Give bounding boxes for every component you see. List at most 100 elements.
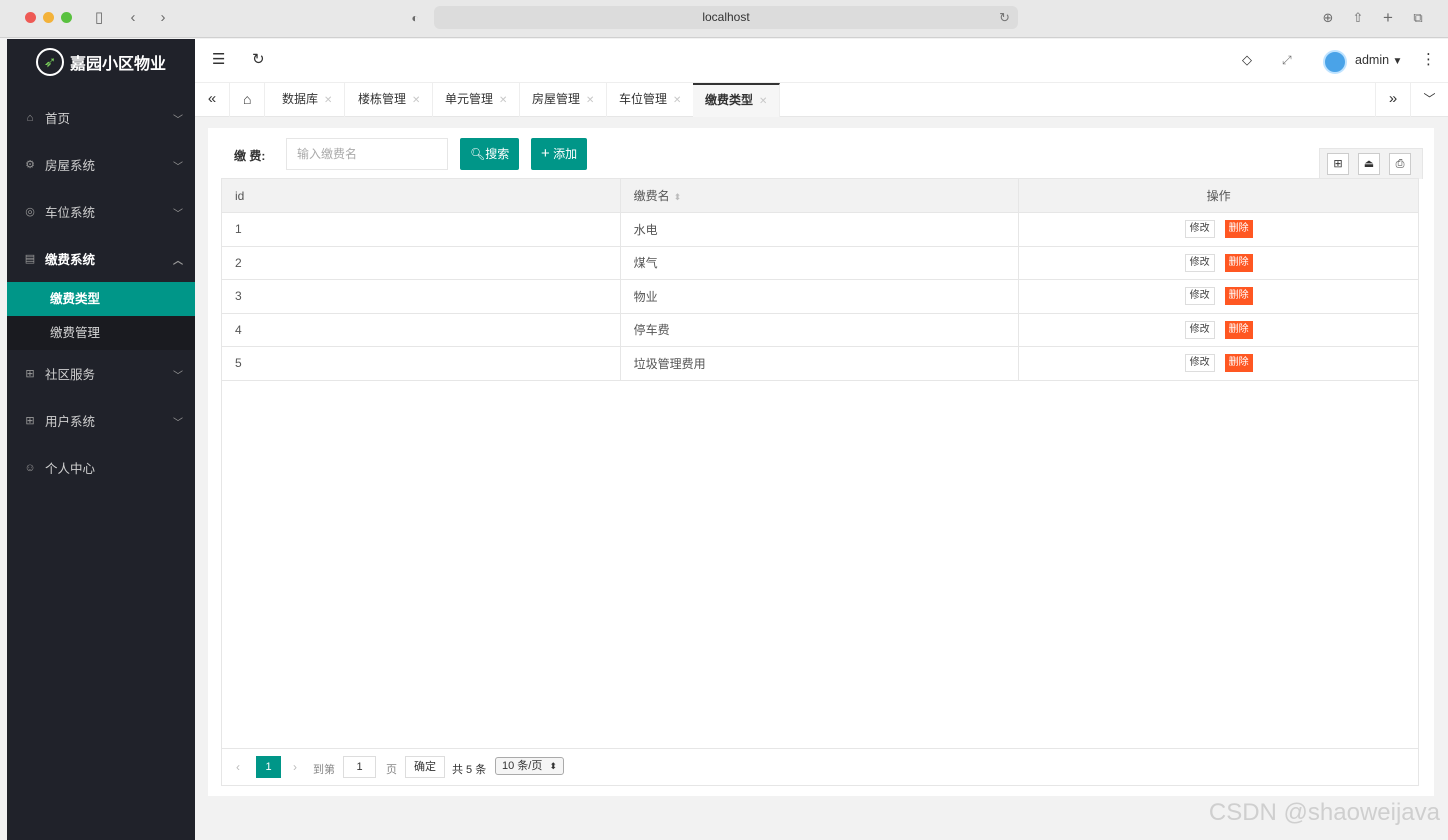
tab-payment-type[interactable]: 缴费类型 ✕ bbox=[693, 83, 781, 117]
edit-button[interactable]: 修改 bbox=[1184, 220, 1215, 239]
fullscreen-icon[interactable]: ⤢ bbox=[1282, 51, 1292, 69]
page-size-value: 10 条/页 bbox=[502, 760, 543, 772]
sidebar-item-label: 个人中心 bbox=[45, 462, 96, 476]
search-button[interactable]: 🔍︎搜索 bbox=[460, 138, 520, 170]
tabs-dropdown-icon[interactable]: ﹀ bbox=[1411, 83, 1448, 117]
close-window-button[interactable] bbox=[25, 12, 36, 23]
data-table: id 缴费名 ⬍ 操作 1 水电 修改 删除 2 煤气 修改 删除 3 物业 修… bbox=[221, 178, 1419, 381]
plus-icon: + bbox=[541, 145, 550, 162]
print-icon[interactable]: ⎙ bbox=[1389, 153, 1411, 175]
tabs-scroll-right-icon[interactable]: » bbox=[1375, 83, 1411, 117]
chevron-down-icon: ﹀ bbox=[173, 162, 183, 173]
close-icon[interactable]: ✕ bbox=[586, 95, 594, 106]
sort-icon[interactable]: ⬍ bbox=[674, 192, 682, 202]
menu-fold-icon[interactable]: ☰ bbox=[212, 51, 225, 69]
goto-suffix: 页 bbox=[386, 764, 397, 776]
delete-button[interactable]: 删除 bbox=[1224, 354, 1253, 373]
address-bar[interactable]: localhost ↻ bbox=[434, 6, 1018, 29]
refresh-icon[interactable]: ↻ bbox=[252, 51, 265, 69]
prev-page-icon[interactable]: ‹ bbox=[236, 760, 240, 774]
column-header-name[interactable]: 缴费名 ⬍ bbox=[619, 178, 1020, 213]
export-icon[interactable]: ⏏ bbox=[1358, 153, 1380, 175]
table-row: 3 物业 修改 删除 bbox=[221, 279, 1419, 314]
close-icon[interactable]: ✕ bbox=[324, 95, 332, 106]
close-icon[interactable]: ✕ bbox=[412, 95, 420, 106]
tab-building[interactable]: 楼栋管理 ✕ bbox=[346, 83, 434, 117]
table-row: 4 停车费 修改 删除 bbox=[221, 312, 1419, 347]
cell-name: 水电 bbox=[619, 212, 1020, 247]
home-icon: ⌂ bbox=[243, 91, 252, 107]
new-tab-icon[interactable]: + bbox=[1378, 8, 1398, 28]
tab-parking[interactable]: 车位管理 ✕ bbox=[607, 83, 695, 117]
tag-icon[interactable]: ◇ bbox=[1242, 51, 1252, 69]
sidebar-item-community[interactable]: ⊞ 社区服务 ﹀ bbox=[7, 350, 195, 397]
sidebar-item-payment[interactable]: ▤ 缴费系统 ︿ bbox=[7, 235, 195, 282]
gear-icon: ⚙ bbox=[25, 159, 35, 171]
tab-database[interactable]: 数据库 ✕ bbox=[270, 83, 346, 117]
reload-icon[interactable]: ↻ bbox=[999, 6, 1010, 29]
panel-icon: ▤ bbox=[24, 253, 36, 265]
close-icon[interactable]: ✕ bbox=[673, 95, 681, 106]
sidebar-item-housing[interactable]: ⚙ 房屋系统 ﹀ bbox=[7, 141, 195, 188]
more-vertical-icon[interactable]: ⋮ bbox=[1421, 51, 1436, 69]
apps-icon: ⊞ bbox=[25, 415, 35, 427]
page-size-select[interactable]: 10 条/页 ⬍ bbox=[495, 757, 564, 775]
close-icon[interactable]: ✕ bbox=[499, 95, 507, 106]
next-page-icon[interactable]: › bbox=[293, 760, 297, 774]
sidebar-item-parking[interactable]: ◎ 车位系统 ﹀ bbox=[7, 188, 195, 235]
tab-label: 房屋管理 bbox=[532, 92, 581, 106]
download-icon[interactable]: ⊕ bbox=[1318, 8, 1338, 28]
edit-button[interactable]: 修改 bbox=[1184, 253, 1215, 272]
tab-home[interactable]: ⌂ bbox=[230, 83, 266, 117]
cell-name: 煤气 bbox=[619, 245, 1020, 280]
cell-id: 3 bbox=[221, 279, 621, 314]
sidebar-toggle-icon[interactable]: ▯ bbox=[89, 8, 109, 28]
tab-house[interactable]: 房屋管理 ✕ bbox=[520, 83, 608, 117]
share-icon[interactable]: ⇧ bbox=[1348, 8, 1368, 28]
goto-confirm-button[interactable]: 确定 bbox=[405, 756, 445, 778]
tabs-scroll-left-icon[interactable]: « bbox=[195, 83, 230, 117]
goto-page-input[interactable] bbox=[343, 756, 376, 778]
delete-button[interactable]: 删除 bbox=[1224, 253, 1253, 272]
add-button[interactable]: + 添加 bbox=[531, 138, 588, 170]
home-icon: ⌂ bbox=[26, 111, 34, 124]
sidebar-subitem-payment-type[interactable]: 缴费类型 bbox=[7, 282, 195, 316]
privacy-shield-icon[interactable]: ◐ bbox=[405, 8, 425, 28]
sidebar-item-label: 首页 bbox=[45, 112, 71, 126]
tab-label: 车位管理 bbox=[619, 92, 668, 106]
back-icon[interactable]: ‹ bbox=[123, 8, 143, 28]
edit-button[interactable]: 修改 bbox=[1184, 320, 1215, 339]
search-input[interactable] bbox=[286, 138, 448, 170]
avatar[interactable] bbox=[1323, 50, 1347, 74]
table-header-row: id 缴费名 ⬍ 操作 bbox=[221, 178, 1419, 213]
sidebar-item-users[interactable]: ⊞ 用户系统 ﹀ bbox=[7, 397, 195, 444]
page-current[interactable]: 1 bbox=[256, 756, 281, 778]
cell-id: 5 bbox=[221, 346, 621, 381]
tab-unit[interactable]: 单元管理 ✕ bbox=[433, 83, 521, 117]
delete-button[interactable]: 删除 bbox=[1224, 220, 1253, 239]
user-icon: ☺ bbox=[24, 461, 36, 474]
sidebar-item-label: 缴费系统 bbox=[45, 253, 96, 267]
columns-filter-icon[interactable]: ⊞ bbox=[1327, 153, 1349, 175]
close-icon[interactable]: ✕ bbox=[759, 96, 767, 107]
search-button-label: 搜索 bbox=[485, 147, 510, 161]
delete-button[interactable]: 删除 bbox=[1224, 320, 1253, 339]
sidebar-item-profile[interactable]: ☺ 个人中心 bbox=[7, 444, 195, 491]
table-row: 5 垃圾管理费用 修改 删除 bbox=[221, 346, 1419, 381]
tab-overview-icon[interactable]: ⧉ bbox=[1408, 8, 1428, 28]
user-menu[interactable]: admin ▼ bbox=[1355, 53, 1402, 67]
forward-icon[interactable]: › bbox=[153, 8, 173, 28]
url-text: localhost bbox=[702, 10, 750, 24]
column-header-actions: 操作 bbox=[1018, 178, 1419, 213]
column-header-name-label: 缴费名 bbox=[633, 189, 670, 203]
sidebar-subitem-payment-management[interactable]: 缴费管理 bbox=[7, 316, 195, 350]
edit-button[interactable]: 修改 bbox=[1184, 354, 1215, 373]
pagination: ‹ 1 › 到第 页 确定 共 5 条 10 条/页 ⬍ bbox=[222, 748, 1418, 785]
tab-label: 数据库 bbox=[282, 92, 319, 106]
sidebar-item-home[interactable]: ⌂ 首页 ﹀ bbox=[7, 94, 195, 141]
edit-button[interactable]: 修改 bbox=[1184, 287, 1215, 306]
maximize-window-button[interactable] bbox=[61, 12, 72, 23]
minimize-window-button[interactable] bbox=[43, 12, 54, 23]
delete-button[interactable]: 删除 bbox=[1224, 287, 1253, 306]
tab-bar: « ⌂ 数据库 ✕ 楼栋管理 ✕ 单元管理 ✕ 房屋管理 ✕ 车位管理 ✕ 缴费类型 ✕ »… bbox=[195, 83, 1448, 117]
